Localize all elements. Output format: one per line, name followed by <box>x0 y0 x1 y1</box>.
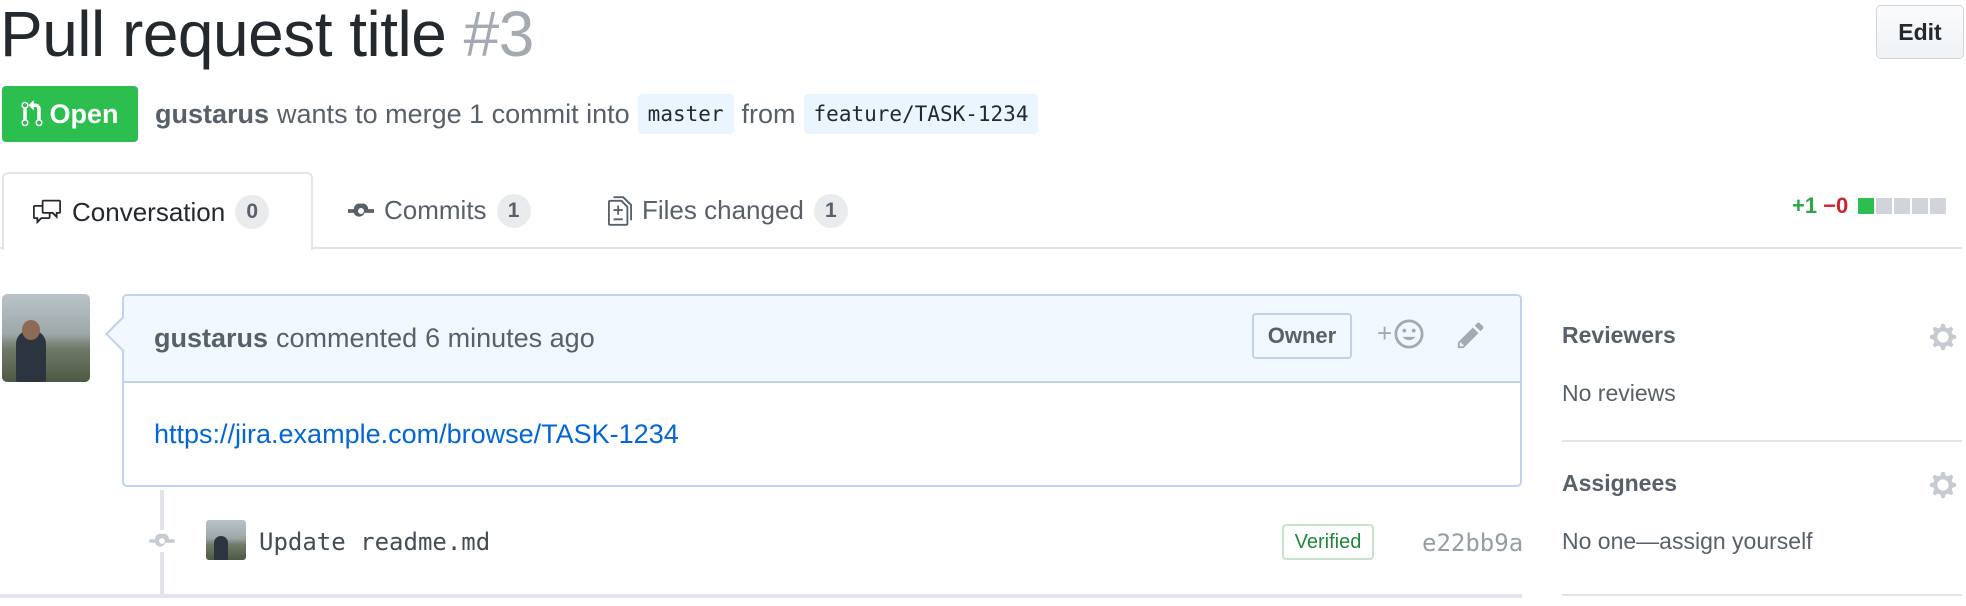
status-label: Open <box>49 98 119 129</box>
gear-icon[interactable] <box>1928 470 1958 500</box>
status-badge: Open <box>2 86 138 142</box>
comment-header: gustarus commented 6 minutes ago Owner + <box>124 296 1520 383</box>
head-branch[interactable]: feature/TASK-1234 <box>803 94 1039 134</box>
avatar[interactable] <box>2 294 90 382</box>
comment-discussion-icon <box>33 199 61 225</box>
git-pull-request-icon <box>21 100 43 127</box>
meta-text: wants to merge 1 commit into <box>277 98 630 129</box>
diffstat-block-neutral <box>1930 198 1947 214</box>
page-title: Pull request title #3 <box>0 0 534 74</box>
pr-meta: gustarus wants to merge 1 commit into ma… <box>155 92 1039 136</box>
gear-icon[interactable] <box>1928 322 1958 352</box>
base-branch[interactable]: master <box>637 94 734 134</box>
diffstat-block-neutral <box>1876 198 1893 214</box>
diffstat-block-neutral <box>1894 198 1911 214</box>
reviewers-section: Reviewers No reviews <box>1562 294 1962 442</box>
pr-title: Pull request title <box>0 0 447 70</box>
tab-label: Commits <box>384 195 487 225</box>
commit-sha[interactable]: e22bb9a <box>1422 529 1523 557</box>
comment-action: commented <box>276 323 418 353</box>
owner-badge: Owner <box>1252 313 1352 359</box>
add-reaction-button[interactable]: + <box>1377 318 1424 349</box>
pencil-icon[interactable] <box>1456 320 1486 350</box>
diffstat-deletions: −0 <box>1823 193 1849 218</box>
tab-label: Conversation <box>72 196 226 227</box>
commit-avatar[interactable] <box>206 520 246 560</box>
assignees-section: Assignees No one—assign yourself <box>1562 442 1962 596</box>
git-commit-icon <box>148 530 176 552</box>
edit-button[interactable]: Edit <box>1876 5 1964 59</box>
verified-badge[interactable]: Verified <box>1282 524 1374 560</box>
meta-from: from <box>741 98 796 129</box>
git-commit-icon <box>348 202 374 217</box>
diffstat-block-added <box>1858 198 1875 214</box>
diffstat-block-neutral <box>1912 198 1929 214</box>
commit-message[interactable]: Update readme.md <box>259 528 490 556</box>
comment-author[interactable]: gustarus <box>154 323 268 354</box>
comment-body: https://jira.example.com/browse/TASK-123… <box>124 383 1520 486</box>
plus-icon: + <box>1377 318 1393 348</box>
assignees-heading[interactable]: Assignees <box>1562 470 1677 497</box>
tab-counter: 0 <box>235 195 270 229</box>
tab-files-changed[interactable]: Files changed 1 <box>608 172 848 249</box>
reviewers-value: No reviews <box>1562 380 1676 406</box>
sidebar: Reviewers No reviews Assignees No one—as… <box>1562 294 1962 596</box>
tab-label: Files changed <box>642 195 804 225</box>
tab-conversation[interactable]: Conversation 0 <box>2 172 313 250</box>
reviewers-heading[interactable]: Reviewers <box>1562 322 1676 349</box>
diffstat-additions: +1 <box>1792 193 1818 218</box>
smiley-icon <box>1394 318 1424 349</box>
author-link[interactable]: gustarus <box>155 99 269 130</box>
diffstat-blocks <box>1858 198 1947 214</box>
diffstat: +1 −0 <box>1792 193 1947 219</box>
pr-number: #3 <box>463 0 535 70</box>
avatar-head <box>22 320 40 340</box>
avatar-figure <box>214 536 228 560</box>
timeline-divider <box>0 594 1522 598</box>
comment: gustarus commented 6 minutes ago Owner +… <box>122 294 1522 487</box>
jira-link[interactable]: https://jira.example.com/browse/TASK-123… <box>154 419 679 449</box>
tab-counter: 1 <box>496 193 531 228</box>
tab-commits[interactable]: Commits 1 <box>348 172 531 249</box>
tab-counter: 1 <box>813 193 848 228</box>
comment-timestamp[interactable]: 6 minutes ago <box>425 323 595 354</box>
assignees-value[interactable]: No one—assign yourself <box>1562 528 1813 555</box>
file-diff-icon <box>608 195 632 226</box>
